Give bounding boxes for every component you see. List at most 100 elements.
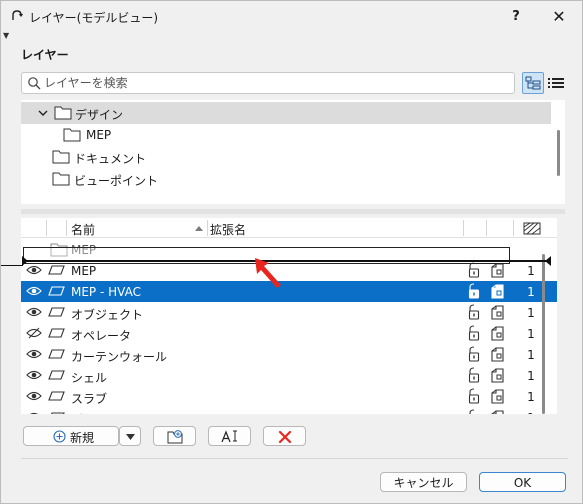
intersection-group[interactable]: 1 [521,411,541,414]
lock-icon[interactable] [467,388,481,404]
tree-item-design[interactable]: デザイン [21,102,551,124]
column-separator[interactable] [486,220,487,236]
list-view-button[interactable] [547,74,565,92]
wireframe-icon[interactable] [490,368,505,383]
new-folder-button[interactable] [153,426,196,446]
sort-ascending-icon [195,226,203,231]
eye-icon[interactable] [26,348,42,360]
plus-circle-icon [53,430,66,443]
lock-icon[interactable] [467,409,481,414]
drop-indicator-right-cap [545,256,551,266]
lock-icon[interactable] [467,262,481,278]
lock-icon[interactable] [467,283,481,299]
rename-button[interactable] [208,426,251,446]
intersection-group[interactable]: 1 [521,264,541,278]
new-folder-icon [167,430,183,444]
new-layer-button[interactable]: 新規 [23,426,119,446]
tree-item-label: デザイン [75,108,124,122]
list-view-icon [548,78,564,88]
lock-icon[interactable] [467,304,481,320]
wireframe-icon[interactable] [490,263,505,278]
wireframe-icon[interactable] [490,389,505,404]
wireframe-icon[interactable] [490,410,505,414]
layer-icon [48,391,65,401]
eye-icon[interactable] [26,264,42,276]
panel-splitter[interactable] [21,209,565,214]
layer-icon [48,286,65,296]
drop-indicator-line [23,260,550,262]
table-row[interactable]: スラブ 1 [21,386,557,407]
layer-name: オペレータ [71,329,132,343]
table-row[interactable]: MEP - HVAC 1 [21,281,557,302]
table-scrollbar[interactable] [542,254,545,414]
tree-item-mep[interactable]: MEP [21,124,551,146]
intersection-group[interactable]: 1 [521,348,541,362]
eye-icon[interactable] [26,285,42,297]
search-icon [28,77,41,90]
layer-icon [48,307,65,317]
tree-view-icon [525,76,541,90]
wireframe-icon[interactable] [490,347,505,362]
column-header-extension[interactable]: 拡張名 [210,221,246,238]
column-separator[interactable] [207,220,208,236]
tree-item-label: ビューポイント [74,174,159,188]
tree-item-viewpoint[interactable]: ビューポイント [21,168,551,190]
lock-icon[interactable] [467,325,481,341]
intersection-group[interactable]: 1 [521,369,541,383]
layer-name: MEP - HVAC [71,285,141,299]
eye-hidden-icon[interactable] [26,327,42,339]
layer-name: スラブ [71,392,108,406]
intersection-group[interactable]: 1 [521,327,541,341]
column-header-name[interactable]: 名前 [71,221,95,238]
lock-icon[interactable] [467,367,481,383]
title-bar: レイヤー(モデルビュー) ? ✕ [1,1,582,33]
chevron-down-icon[interactable] [37,107,49,119]
cancel-button[interactable]: キャンセル [380,472,467,492]
wireframe-icon[interactable] [490,305,505,320]
folder-icon [54,106,72,120]
layer-name: MEP [71,264,97,278]
intersection-group[interactable]: 1 [521,390,541,404]
annotation-arrow-icon [255,258,281,288]
layers-dialog: レイヤー(モデルビュー) ? ✕ ▼ レイヤー レイヤーを検索 デザイン MEP… [0,0,583,504]
table-row[interactable]: シェル 1 [21,365,557,386]
search-box[interactable] [21,72,515,94]
eye-icon[interactable] [26,369,42,381]
column-separator[interactable] [513,220,514,236]
delete-button[interactable] [263,426,306,446]
new-layer-label: 新規 [70,431,95,445]
footer-divider [21,458,568,459]
collapse-caret-icon[interactable]: ▼ [3,31,9,40]
layer-icon [48,370,65,380]
wireframe-icon[interactable] [490,326,505,341]
table-row[interactable]: ゾーン 1 [21,407,557,414]
column-separator[interactable] [66,220,67,236]
tree-item-documents[interactable]: ドキュメント [21,146,551,168]
tree-view-button[interactable] [522,72,544,94]
eye-icon[interactable] [26,411,42,414]
eye-icon[interactable] [26,306,42,318]
column-separator[interactable] [46,220,47,236]
layer-name: オブジェクト [71,308,144,322]
table-row[interactable]: カーテンウォール 1 [21,344,557,365]
intersection-group[interactable]: 1 [521,285,541,299]
intersection-group[interactable]: 1 [521,306,541,320]
ok-button[interactable]: OK [479,472,566,492]
lock-icon[interactable] [467,346,481,362]
table-row[interactable]: オペレータ 1 [21,323,557,344]
tree-item-label: MEP [86,128,112,142]
layer-icon [51,412,65,414]
tree-scrollbar[interactable] [557,130,560,176]
folder-icon [63,128,81,142]
drop-indicator-left-cap [22,256,28,266]
close-button[interactable]: ✕ [547,7,571,27]
new-options-dropdown[interactable] [119,426,141,446]
search-input[interactable] [44,74,504,92]
table-header: 名前 拡張名 [21,218,557,238]
column-separator[interactable] [463,220,464,236]
wireframe-icon[interactable] [490,284,505,299]
eye-icon[interactable] [26,390,42,402]
table-row[interactable]: オブジェクト 1 [21,302,557,323]
help-button[interactable]: ? [506,7,526,27]
rename-icon [221,430,237,443]
